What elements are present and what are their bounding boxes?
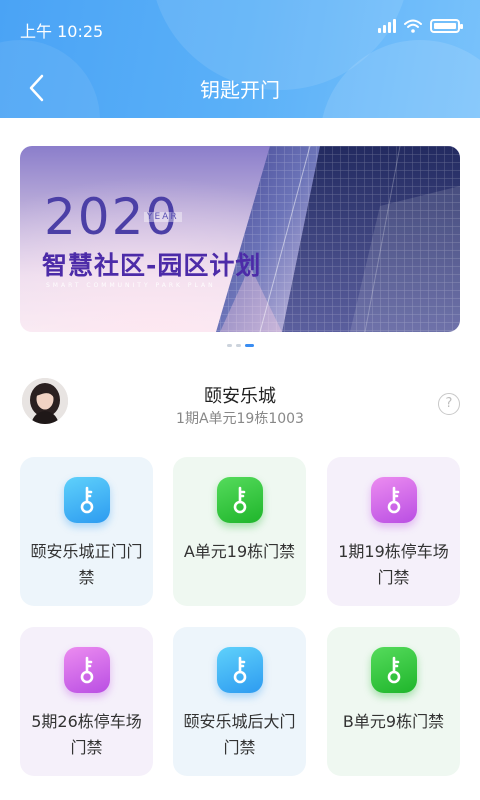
door-label: A单元19栋门禁 bbox=[183, 542, 296, 561]
banner-year-tag: YEAR bbox=[144, 212, 182, 222]
wifi-icon bbox=[404, 19, 422, 33]
door-label: 1期19栋停车场门禁 bbox=[338, 542, 449, 587]
door-card[interactable]: 颐安乐城后大门门禁 bbox=[173, 627, 306, 776]
door-card[interactable]: 1期19栋停车场门禁 bbox=[327, 457, 460, 606]
status-time: 上午 10:25 bbox=[20, 22, 104, 41]
door-card[interactable]: 颐安乐城正门门禁 bbox=[20, 457, 153, 606]
door-label: 5期26栋停车场门禁 bbox=[31, 712, 142, 757]
community-name: 颐安乐城 bbox=[204, 386, 276, 407]
promo-banner[interactable]: 2020 YEAR 智慧社区-园区计划 SMART COMMUNITY PARK… bbox=[20, 146, 460, 332]
banner-title: 智慧社区-园区计划 bbox=[42, 251, 262, 280]
carousel-dot-active[interactable] bbox=[244, 344, 254, 347]
carousel-dot[interactable] bbox=[226, 344, 232, 347]
status-icons bbox=[378, 19, 463, 33]
key-icon bbox=[371, 477, 417, 523]
community-profile: 颐安乐城 1期A单元19栋1003 ? bbox=[20, 378, 460, 428]
key-icon bbox=[217, 647, 263, 693]
key-icon bbox=[64, 477, 110, 523]
door-label: 颐安乐城正门门禁 bbox=[30, 542, 143, 587]
key-icon bbox=[217, 477, 263, 523]
door-label: B单元9栋门禁 bbox=[342, 712, 445, 731]
help-icon[interactable]: ? bbox=[438, 393, 460, 415]
carousel-dot[interactable] bbox=[235, 344, 241, 347]
unit-address: 1期A单元19栋1003 bbox=[176, 411, 304, 427]
banner-subtitle: SMART COMMUNITY PARK PLAN bbox=[46, 282, 216, 289]
page-title: 钥匙开门 bbox=[200, 78, 280, 102]
carousel-indicator[interactable] bbox=[0, 344, 480, 347]
key-icon bbox=[64, 647, 110, 693]
status-bar: 上午 10:25 bbox=[0, 0, 480, 56]
door-card[interactable]: B单元9栋门禁 bbox=[327, 627, 460, 776]
header-bar: 上午 10:25 钥匙开门 bbox=[0, 0, 480, 118]
door-card[interactable]: A单元19栋门禁 bbox=[173, 457, 306, 606]
door-card[interactable]: 5期26栋停车场门禁 bbox=[20, 627, 153, 776]
key-icon bbox=[371, 647, 417, 693]
door-label: 颐安乐城后大门门禁 bbox=[183, 712, 296, 757]
battery-icon bbox=[430, 19, 463, 33]
signal-icon bbox=[378, 19, 396, 33]
